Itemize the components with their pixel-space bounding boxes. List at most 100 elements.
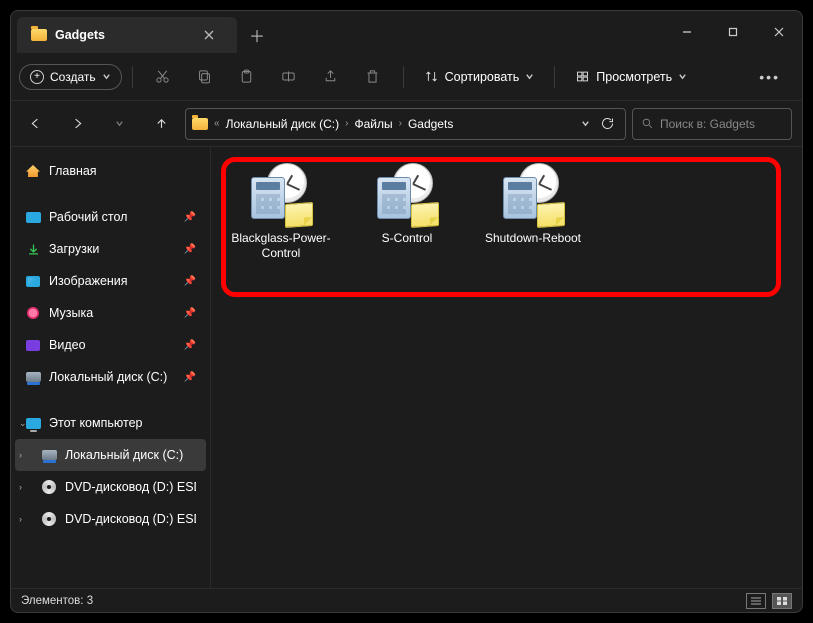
- sidebar-item-label: Главная: [49, 164, 97, 178]
- folder-icon: [31, 29, 47, 41]
- file-item[interactable]: Shutdown-Reboot: [477, 163, 589, 261]
- sidebar-item-this-pc[interactable]: ⌄ Этот компьютер: [15, 407, 206, 439]
- expand-icon[interactable]: ›: [19, 450, 22, 460]
- video-icon: [26, 340, 40, 351]
- sidebar-item-label: Музыка: [49, 306, 93, 320]
- delete-button[interactable]: [353, 60, 393, 94]
- address-bar[interactable]: « Локальный диск (C:) › Файлы › Gadgets: [185, 108, 626, 140]
- window-controls: [664, 11, 802, 53]
- tab-title: Gadgets: [55, 28, 105, 42]
- share-button[interactable]: [311, 60, 351, 94]
- sidebar-item-videos[interactable]: Видео 📌: [15, 329, 206, 361]
- separator: [132, 66, 133, 88]
- pin-icon: 📌: [184, 244, 196, 255]
- status-bar: Элементов: 3: [11, 588, 802, 612]
- chevron-right-icon: ›: [397, 118, 404, 129]
- home-icon: [26, 165, 40, 177]
- file-name: S-Control: [382, 231, 433, 246]
- command-bar: + Создать Сортировать Просмотреть •••: [11, 53, 802, 101]
- minimize-button[interactable]: [664, 11, 710, 53]
- breadcrumb[interactable]: Файлы: [354, 117, 392, 131]
- cut-button[interactable]: [143, 60, 183, 94]
- new-button-label: Создать: [50, 70, 96, 84]
- sidebar-item-label: DVD-дисковод (D:) ESD-ISO: [65, 512, 196, 526]
- explorer-window: Gadgets ＋ + Создать Сортировать: [10, 10, 803, 613]
- maximize-button[interactable]: [710, 11, 756, 53]
- sidebar-item-drive-c[interactable]: Локальный диск (C:) 📌: [15, 361, 206, 393]
- pin-icon: 📌: [184, 308, 196, 319]
- desktop-icon: [26, 212, 41, 223]
- sidebar-item-label: Этот компьютер: [49, 416, 142, 430]
- tab-close-button[interactable]: [195, 21, 223, 49]
- separator: [554, 66, 555, 88]
- search-box[interactable]: Поиск в: Gadgets: [632, 108, 792, 140]
- sidebar-item-dvd[interactable]: › DVD-дисковод (D:) ESD-ISO: [15, 471, 206, 503]
- new-button[interactable]: + Создать: [19, 64, 122, 90]
- close-button[interactable]: [756, 11, 802, 53]
- drive-icon: [26, 372, 41, 382]
- sidebar-item-dvd[interactable]: › DVD-дисковод (D:) ESD-ISO: [15, 503, 206, 535]
- sidebar-item-drive-c[interactable]: › Локальный диск (C:): [15, 439, 206, 471]
- gadget-icon: [249, 163, 313, 227]
- explorer-body: Главная Рабочий стол 📌 Загрузки 📌 Изобра…: [11, 147, 802, 588]
- sidebar-item-label: Изображения: [49, 274, 128, 288]
- expand-icon[interactable]: ›: [19, 482, 22, 492]
- title-bar: Gadgets ＋: [11, 11, 802, 53]
- paste-button[interactable]: [227, 60, 267, 94]
- forward-button[interactable]: [59, 106, 95, 142]
- pin-icon: 📌: [184, 276, 196, 287]
- breadcrumb[interactable]: Локальный диск (C:): [226, 117, 340, 131]
- new-tab-button[interactable]: ＋: [237, 17, 277, 53]
- view-label: Просмотреть: [596, 70, 672, 84]
- chevron-right-icon: ›: [343, 118, 350, 129]
- sidebar-item-home[interactable]: Главная: [15, 155, 206, 187]
- view-details-button[interactable]: [746, 593, 766, 609]
- file-item[interactable]: Blackglass-Power-Control: [225, 163, 337, 261]
- pc-icon: [26, 418, 41, 429]
- window-tab[interactable]: Gadgets: [17, 17, 237, 53]
- gadget-icon: [501, 163, 565, 227]
- file-list[interactable]: Blackglass-Power-Control S-Control Shutd…: [211, 147, 802, 588]
- rename-button[interactable]: [269, 60, 309, 94]
- file-item[interactable]: S-Control: [351, 163, 463, 261]
- sidebar-item-label: Загрузки: [49, 242, 99, 256]
- sidebar-item-label: Локальный диск (C:): [49, 370, 167, 384]
- download-icon: [25, 241, 41, 257]
- dvd-icon: [42, 512, 56, 526]
- pictures-icon: [26, 276, 40, 287]
- breadcrumb-prefix: «: [212, 118, 222, 129]
- breadcrumb[interactable]: Gadgets: [408, 117, 453, 131]
- navigation-row: « Локальный диск (C:) › Файлы › Gadgets …: [11, 101, 802, 147]
- sidebar-item-label: Рабочий стол: [49, 210, 127, 224]
- sort-label: Сортировать: [445, 70, 520, 84]
- plus-icon: +: [30, 70, 44, 84]
- sort-button[interactable]: Сортировать: [414, 60, 545, 94]
- folder-icon: [192, 118, 208, 130]
- sidebar-item-desktop[interactable]: Рабочий стол 📌: [15, 201, 206, 233]
- view-button[interactable]: Просмотреть: [565, 60, 697, 94]
- file-name: Blackglass-Power-Control: [225, 231, 337, 261]
- navigation-pane: Главная Рабочий стол 📌 Загрузки 📌 Изобра…: [11, 147, 211, 588]
- sidebar-item-label: DVD-дисковод (D:) ESD-ISO: [65, 480, 196, 494]
- sidebar-item-downloads[interactable]: Загрузки 📌: [15, 233, 206, 265]
- expand-icon[interactable]: ›: [19, 514, 22, 524]
- pin-icon: 📌: [184, 340, 196, 351]
- copy-button[interactable]: [185, 60, 225, 94]
- sidebar-item-pictures[interactable]: Изображения 📌: [15, 265, 206, 297]
- dvd-icon: [42, 480, 56, 494]
- pin-icon: 📌: [184, 212, 196, 223]
- sidebar-item-music[interactable]: Музыка 📌: [15, 297, 206, 329]
- view-large-icons-button[interactable]: [772, 593, 792, 609]
- chevron-down-icon[interactable]: [581, 119, 590, 128]
- more-button[interactable]: •••: [745, 69, 794, 85]
- up-button[interactable]: [143, 106, 179, 142]
- status-items-count: 3: [87, 595, 93, 607]
- refresh-button[interactable]: [600, 116, 615, 131]
- recent-button[interactable]: [101, 106, 137, 142]
- gadget-icon: [375, 163, 439, 227]
- sidebar-item-label: Видео: [49, 338, 86, 352]
- status-items-label: Элементов:: [21, 595, 83, 607]
- separator: [403, 66, 404, 88]
- back-button[interactable]: [17, 106, 53, 142]
- drive-icon: [42, 450, 57, 460]
